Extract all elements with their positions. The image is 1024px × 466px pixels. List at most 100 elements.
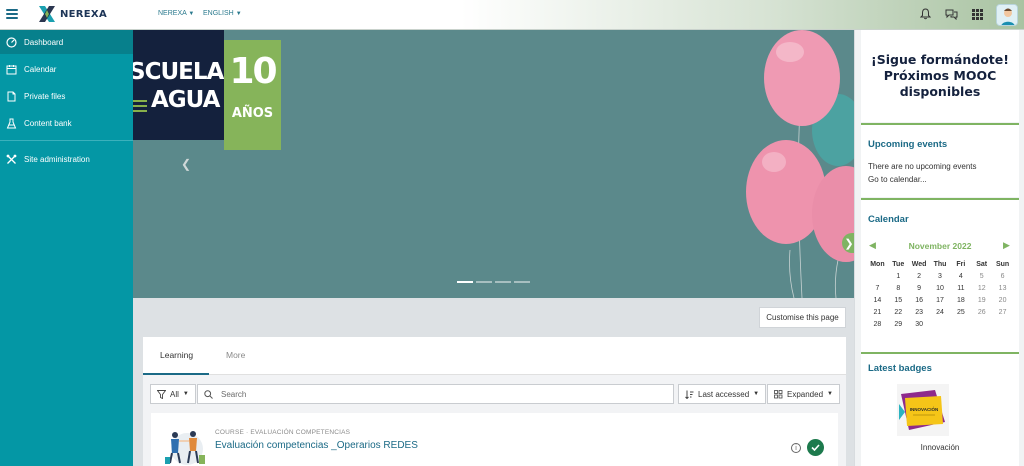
calendar-day-cell	[992, 320, 1013, 329]
calendar-next-icon[interactable]: ▶	[1003, 240, 1010, 251]
tab-more[interactable]: More	[226, 350, 245, 360]
calendar-day-cell[interactable]: 3	[930, 272, 951, 281]
course-title-link[interactable]: Evaluación competencias _Operarios REDES	[215, 440, 418, 451]
calendar-day-cell[interactable]: 24	[930, 308, 951, 317]
search-input[interactable]	[221, 389, 661, 399]
hero-carousel: SCUELA AGUA 10 AÑOS ❮ ❯	[133, 30, 854, 298]
calendar-day-cell[interactable]: 18	[950, 296, 971, 305]
calendar-month: November 2022	[908, 241, 972, 251]
badge-image[interactable]: INNOVACIÓN	[895, 382, 951, 438]
nerexa-logo-icon	[39, 6, 55, 22]
site-menu[interactable]: NEREXA ▼	[158, 10, 194, 17]
calendar-day-cell[interactable]: 11	[950, 284, 971, 293]
sort-dropdown[interactable]: Last accessed ▼	[678, 384, 767, 404]
calendar-day-cell[interactable]: 19	[971, 296, 992, 305]
calendar-day-cell[interactable]: 30	[909, 320, 930, 329]
calendar-day-cell[interactable]: 10	[930, 284, 951, 293]
calendar-day-header: Tue	[892, 261, 905, 268]
carousel-indicators	[457, 281, 530, 283]
calendar-day-cell[interactable]: 26	[971, 308, 992, 317]
calendar-day-cell[interactable]: 13	[992, 284, 1013, 293]
calendar-title: Calendar	[868, 214, 909, 225]
filter-label: All	[170, 389, 179, 399]
calendar-day-cell[interactable]: 21	[867, 308, 888, 317]
calendar-day-header: Sun	[995, 261, 1010, 268]
calendar-day-cell[interactable]: 23	[909, 308, 930, 317]
sidebar-item-calendar[interactable]: Calendar	[0, 57, 133, 81]
customise-page-button[interactable]: Customise this page	[759, 307, 846, 328]
calendar-day-cell[interactable]: 2	[909, 272, 930, 281]
calendar-day-cell	[950, 320, 971, 329]
site-logo[interactable]: NEREXA	[38, 4, 107, 24]
calendar-day-cell[interactable]: 28	[867, 320, 888, 329]
calendar-day-cell[interactable]: 6	[992, 272, 1013, 281]
sidebar-item-label: Calendar	[24, 64, 57, 74]
sidebar-item-site-administration[interactable]: Site administration	[0, 147, 133, 171]
calendar-day-cell[interactable]: 17	[930, 296, 951, 305]
logo-stripes	[133, 100, 147, 115]
anniversary-number: 10	[229, 51, 277, 92]
calendar-day-cell[interactable]: 20	[992, 296, 1013, 305]
chat-icon[interactable]	[943, 6, 959, 22]
filter-dropdown[interactable]: All ▼	[150, 384, 196, 404]
escuela-agua-logo: SCUELA AGUA	[133, 30, 224, 140]
carousel-dot[interactable]	[476, 281, 492, 283]
hero-line2: AGUA	[151, 87, 220, 113]
carousel-dot[interactable]	[457, 281, 473, 283]
tab-bar: Learning More	[143, 337, 846, 375]
content-bank-icon	[6, 118, 17, 128]
calendar-day-header: Fri	[956, 261, 966, 268]
menu-icon[interactable]	[6, 9, 18, 19]
apps-grid-icon[interactable]	[969, 6, 985, 22]
calendar-day-cell[interactable]: 5	[971, 272, 992, 281]
calendar-day-cell[interactable]: 1	[888, 272, 909, 281]
calendar-day-cell	[867, 272, 888, 281]
mooc-promo-block[interactable]: ¡Sigue formándote! Próximos MOOC disponi…	[861, 30, 1019, 122]
chevron-down-icon: ▼	[235, 11, 242, 17]
calendar-day-cell[interactable]: 22	[888, 308, 909, 317]
filter-icon	[157, 389, 166, 399]
calendar-day-cell[interactable]: 4	[950, 272, 971, 281]
course-image[interactable]	[161, 425, 209, 466]
chevron-down-icon: ▼	[827, 391, 833, 397]
bell-icon[interactable]	[917, 6, 933, 22]
view-label: Expanded	[787, 389, 824, 399]
dashboard-icon	[6, 36, 17, 48]
latest-badges-block: Latest badges INNOVACIÓN Innovación	[861, 352, 1019, 466]
view-dropdown[interactable]: Expanded ▼	[767, 384, 840, 404]
calendar-grid: Mon Tue Wed Thu Fri Sat Sun 1 2 3 4 5 6 7 8 9 10 11 12 13 14…	[867, 260, 1013, 329]
sidebar-item-label: Content bank	[24, 118, 72, 128]
sidebar-item-private-files[interactable]: Private files	[0, 84, 133, 108]
mooc-line3: disponibles	[899, 84, 981, 99]
user-avatar[interactable]	[996, 4, 1018, 26]
calendar-day-cell[interactable]: 9	[909, 284, 930, 293]
carousel-prev-icon[interactable]: ❮	[181, 157, 191, 171]
carousel-dot[interactable]	[514, 281, 530, 283]
calendar-day-cell[interactable]: 29	[888, 320, 909, 329]
sidebar-item-label: Private files	[24, 91, 66, 101]
language-menu[interactable]: ENGLISH ▼	[203, 10, 242, 17]
sidebar-item-content-bank[interactable]: Content bank	[0, 111, 133, 135]
calendar-day-cell[interactable]: 15	[888, 296, 909, 305]
anniversary-badge: 10 AÑOS	[224, 40, 281, 150]
go-to-calendar-link[interactable]: Go to calendar...	[868, 175, 927, 184]
sort-icon	[685, 390, 694, 399]
badge-image-text: INNOVACIÓN	[910, 405, 938, 412]
calendar-day-cell[interactable]: 12	[971, 284, 992, 293]
sidebar-item-label: Dashboard	[24, 37, 64, 47]
tab-learning[interactable]: Learning	[160, 350, 193, 360]
mooc-line2: Próximos MOOC	[883, 68, 997, 83]
sidebar-item-dashboard[interactable]: Dashboard	[0, 30, 133, 54]
calendar-day-cell[interactable]: 16	[909, 296, 930, 305]
calendar-day-cell[interactable]: 27	[992, 308, 1013, 317]
carousel-dot[interactable]	[495, 281, 511, 283]
calendar-day-cell[interactable]: 14	[867, 296, 888, 305]
calendar-day-cell[interactable]: 7	[867, 284, 888, 293]
calendar-day-cell[interactable]: 25	[950, 308, 971, 317]
search-box	[197, 384, 674, 404]
info-icon[interactable]: i	[791, 443, 801, 453]
top-navbar: NEREXA NEREXA ▼ ENGLISH ▼	[0, 0, 1024, 30]
calendar-day-cell[interactable]: 8	[888, 284, 909, 293]
course-overview-card: Learning More All ▼ Last accessed ▼ Expa…	[143, 337, 846, 466]
calendar-day-header: Thu	[933, 261, 947, 268]
